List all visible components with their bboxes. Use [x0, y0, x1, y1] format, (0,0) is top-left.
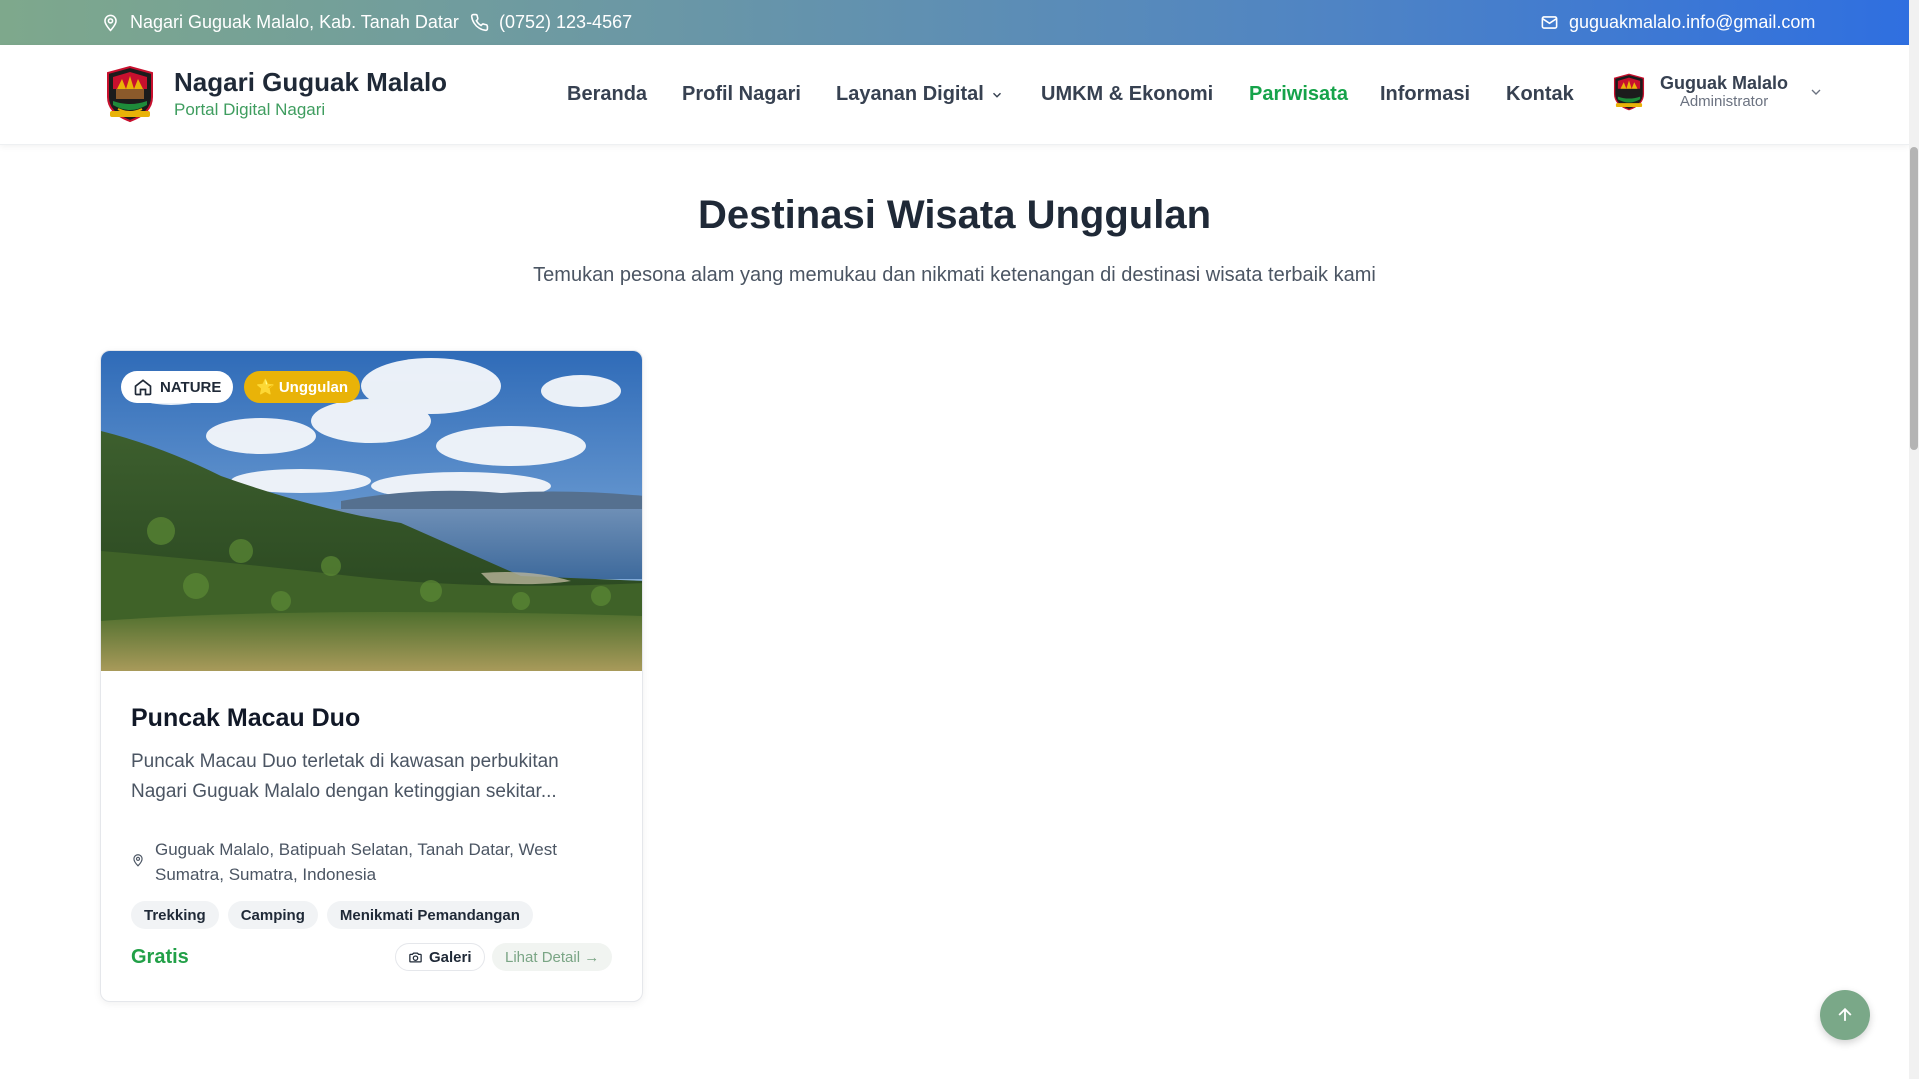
- page-scrollbar[interactable]: [1909, 0, 1919, 1079]
- address-info: Nagari Guguak Malalo, Kab. Tanah Datar: [101, 12, 459, 33]
- phone-icon: [470, 13, 489, 32]
- section-title: Destinasi Wisata Unggulan: [697, 193, 1212, 237]
- destination-title[interactable]: Puncak Macau Duo: [131, 704, 360, 733]
- user-role: Administrator: [1679, 93, 1769, 110]
- activity-tag: Camping: [227, 901, 318, 929]
- nav-item-layanan-digital[interactable]: Layanan Digital: [836, 83, 1004, 106]
- chevron-down-icon: [992, 92, 1001, 98]
- map-pin-icon: [133, 854, 143, 867]
- phone-text: (0752) 123-4567: [499, 12, 633, 32]
- brand-title: Nagari Guguak Malalo: [174, 67, 448, 97]
- mail-icon: [1541, 16, 1558, 29]
- activity-tag: Trekking: [131, 901, 219, 929]
- top-info-bar: Nagari Guguak Malalo, Kab. Tanah Datar (…: [0, 0, 1909, 45]
- activity-tag: Menikmati Pemandangan: [326, 901, 533, 929]
- main-header: Nagari Guguak Malalo Portal Digital Naga…: [0, 45, 1909, 145]
- category-label: NATURE: [160, 378, 222, 396]
- phone-info[interactable]: (0752) 123-4567: [470, 12, 632, 33]
- brand-subtitle: Portal Digital Nagari: [174, 100, 326, 119]
- brand-logo-link[interactable]: Nagari Guguak Malalo Portal Digital Naga…: [104, 65, 447, 123]
- back-to-top-button[interactable]: [1820, 990, 1870, 1040]
- nagari-emblem-icon: [107, 65, 153, 123]
- nav-item-informasi[interactable]: Informasi: [1380, 83, 1470, 106]
- nav-item-pariwisata[interactable]: Pariwisata: [1249, 83, 1348, 106]
- map-pin-icon: [104, 14, 117, 32]
- view-detail-button[interactable]: Lihat Detail →: [492, 943, 613, 971]
- nav-item-kontak[interactable]: Kontak: [1506, 83, 1574, 106]
- arrow-up-icon: [1838, 1007, 1852, 1021]
- nav-item-umkm-ekonomi[interactable]: UMKM & Ekonomi: [1041, 83, 1213, 106]
- chevron-down-icon: [1811, 89, 1821, 95]
- activity-tags: Trekking Camping Menikmati Pemandangan: [131, 901, 533, 929]
- nav-item-profil-nagari[interactable]: Profil Nagari: [682, 83, 801, 106]
- gallery-button-label: Galeri: [429, 948, 472, 966]
- home-icon: [134, 379, 152, 396]
- category-badge: NATURE: [121, 371, 234, 403]
- user-name: Guguak Malalo: [1660, 73, 1789, 93]
- nav-item-beranda[interactable]: Beranda: [567, 83, 647, 106]
- featured-badge: ⭐ Unggulan: [244, 371, 360, 403]
- email-text: guguakmalalo.info@gmail.com: [1569, 12, 1816, 32]
- email-info[interactable]: guguakmalalo.info@gmail.com: [1540, 12, 1815, 33]
- page: Nagari Guguak Malalo, Kab. Tanah Datar (…: [0, 0, 1919, 1079]
- nav-item-label: Layanan Digital: [836, 83, 984, 105]
- location-text: Guguak Malalo, Batipuah Selatan, Tanah D…: [155, 840, 557, 884]
- destination-card[interactable]: NATURE ⭐ Unggulan Puncak Macau Duo Punca…: [100, 350, 643, 1002]
- destination-location: Guguak Malalo, Batipuah Selatan, Tanah D…: [131, 837, 601, 887]
- price-label: Gratis: [131, 946, 189, 968]
- user-menu[interactable]: Guguak Malalo Administrator: [1612, 72, 1824, 112]
- featured-label: ⭐ Unggulan: [256, 379, 348, 396]
- address-text: Nagari Guguak Malalo, Kab. Tanah Datar: [130, 12, 459, 32]
- destination-description: Puncak Macau Duo terletak di kawasan per…: [131, 751, 559, 802]
- user-avatar-emblem-icon: [1613, 73, 1645, 111]
- camera-icon: [409, 952, 422, 962]
- scrollbar-thumb[interactable]: [1910, 147, 1918, 450]
- section-subtitle: Temukan pesona alam yang memukau dan nik…: [533, 264, 1376, 286]
- gallery-button[interactable]: Galeri: [395, 943, 485, 971]
